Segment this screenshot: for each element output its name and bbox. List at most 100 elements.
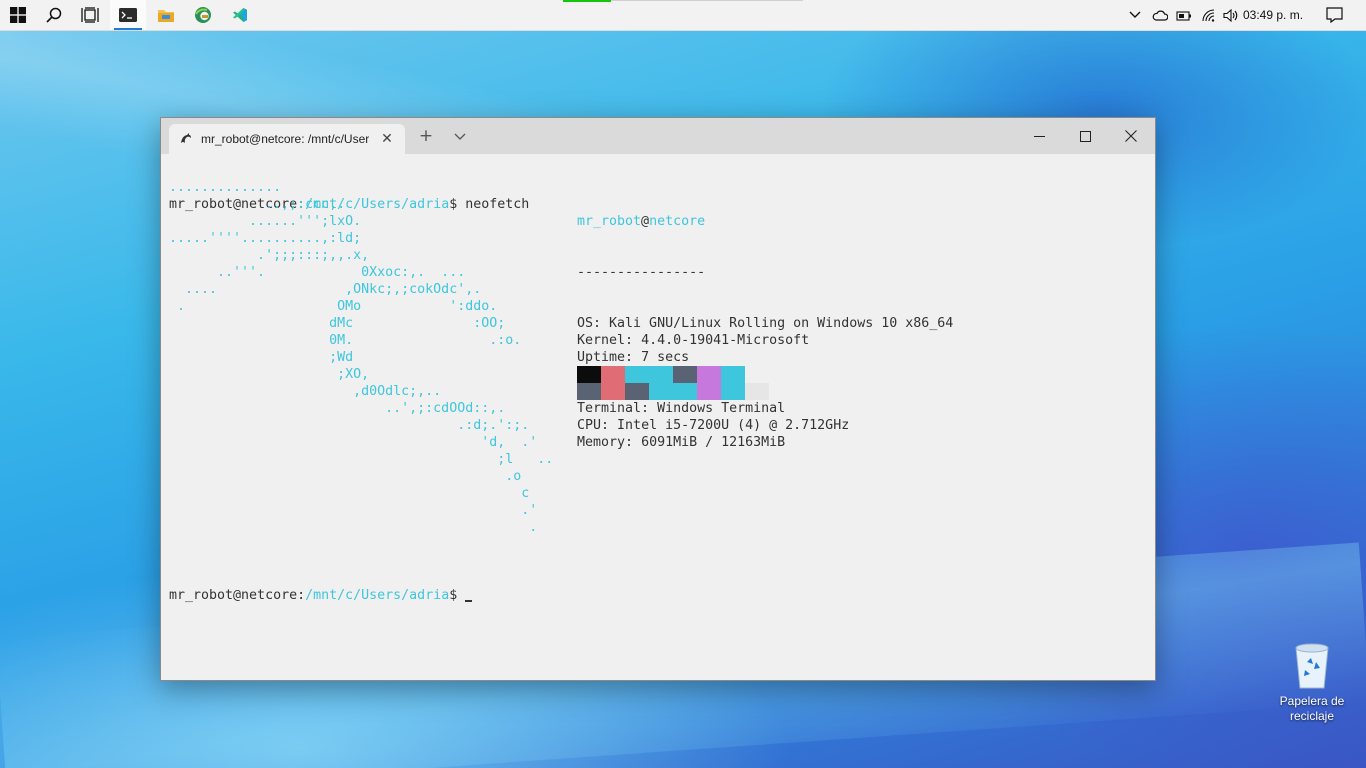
info-user: mr_robot <box>577 214 642 229</box>
info-colon: : <box>625 350 642 365</box>
palette-swatch <box>745 366 769 383</box>
recycle-bin-shortcut[interactable]: Papelera de reciclaje <box>1272 640 1352 724</box>
progress-indicator-fill <box>563 0 611 2</box>
ascii-line: ,d0Odlc;,.. <box>169 384 442 399</box>
network-tray-button[interactable] <box>1199 0 1219 30</box>
vscode-icon <box>233 8 247 22</box>
maximize-icon <box>1079 130 1091 142</box>
minimize-icon <box>1033 135 1045 137</box>
ascii-line: 'd, .' <box>169 435 538 450</box>
palette-swatch <box>625 366 649 383</box>
tab-title: mr_robot@netcore: /mnt/c/Users/adria <box>201 132 369 146</box>
palette-swatch <box>601 366 625 383</box>
info-row: Terminal: Windows Terminal <box>577 400 953 417</box>
palette-swatch <box>697 366 721 383</box>
ascii-line: .....''''..........,:ld; <box>169 231 362 246</box>
palette-swatch <box>577 383 601 400</box>
volume-tray-button[interactable] <box>1221 0 1241 30</box>
window-titlebar[interactable]: mr_robot@netcore: /mnt/c/Users/adria ✕ + <box>161 118 1155 154</box>
ascii-line: .:d;.':;. <box>169 418 530 433</box>
recycle-bin-label: Papelera de reciclaje <box>1279 694 1345 723</box>
wifi-icon <box>1202 8 1215 22</box>
info-colon: : <box>625 435 642 450</box>
taskbar-vscode-button[interactable] <box>222 0 258 30</box>
palette-swatch <box>577 366 601 383</box>
recycle-bin-icon <box>1295 643 1329 689</box>
info-value: 4.4.0-19041-Microsoft <box>641 333 810 348</box>
ascii-line: dMc :OO; <box>169 316 506 331</box>
prompt-line: mr_robot@netcore:/mnt/c/Users/adria$ <box>169 587 473 604</box>
volume-icon <box>1223 8 1238 22</box>
start-button[interactable] <box>0 0 36 30</box>
minimize-button[interactable] <box>1016 118 1062 154</box>
info-divider: ---------------- <box>577 265 706 280</box>
info-row: Kernel: 4.4.0-19041-Microsoft <box>577 332 953 349</box>
onedrive-cloud-icon <box>1152 10 1168 21</box>
ascii-line: ;l .. <box>169 452 554 467</box>
action-center-button[interactable] <box>1322 0 1346 30</box>
info-label: Uptime <box>577 350 626 365</box>
ascii-line: .... ,ONkc;,;cokOdc',. <box>169 282 482 297</box>
palette-swatch <box>601 383 625 400</box>
maximize-button[interactable] <box>1062 118 1108 154</box>
ascii-line: . OMo ':ddo. <box>169 299 498 314</box>
prompt-separator: : <box>297 588 306 603</box>
taskbar-file-explorer-button[interactable] <box>148 0 184 30</box>
new-tab-button[interactable]: + <box>415 126 437 146</box>
prompt-path: /mnt/c/Users/adria <box>305 588 450 603</box>
info-host: netcore <box>649 214 706 229</box>
taskbar-edge-button[interactable] <box>185 0 221 30</box>
palette-swatch <box>721 366 745 383</box>
ascii-line: .';;;:::;,,.x, <box>169 248 370 263</box>
ascii-line: . <box>169 520 538 535</box>
info-value: Intel i5-7200U (4) @ 2.712GHz <box>617 418 850 433</box>
ascii-line: ;Wd <box>169 350 354 365</box>
windows-logo-icon <box>10 7 26 23</box>
info-colon: : <box>625 333 642 348</box>
ascii-line: c <box>169 486 530 501</box>
ascii-line: ..',;:cdOOd::,. <box>169 401 506 416</box>
kali-ascii-logo: .............. ..,;:ccc,. ......''';lxO.… <box>169 179 553 536</box>
info-value: Windows Terminal <box>657 401 786 416</box>
kali-dragon-icon <box>181 133 191 143</box>
info-colon: : <box>601 418 618 433</box>
taskbar-clock[interactable]: 03:49 p. m. <box>1243 0 1303 30</box>
notification-icon <box>1325 7 1343 23</box>
palette-swatch <box>697 383 721 400</box>
info-value: 7 secs <box>641 350 690 365</box>
ascii-line: 0M. .:o. <box>169 333 522 348</box>
battery-icon <box>1176 10 1191 21</box>
ascii-line: .' <box>169 503 538 518</box>
info-label: Kernel <box>577 333 626 348</box>
close-button[interactable] <box>1108 118 1154 154</box>
ascii-line: ......''';lxO. <box>169 214 362 229</box>
palette-swatch <box>721 383 745 400</box>
terminal-icon <box>119 8 137 22</box>
search-icon <box>46 7 62 23</box>
palette-swatch <box>673 383 697 400</box>
search-button[interactable] <box>36 0 72 30</box>
taskbar-terminal-button[interactable] <box>110 0 146 30</box>
info-user-host: mr_robot@netcore <box>577 213 953 230</box>
info-row: Uptime: 7 secs <box>577 349 953 366</box>
second-prompt[interactable]: mr_robot@netcore:/mnt/c/Users/adria$ <box>169 553 473 638</box>
battery-tray-button[interactable] <box>1174 0 1194 30</box>
onedrive-tray-button[interactable] <box>1150 0 1170 30</box>
info-colon: : <box>593 316 610 331</box>
terminal-tab[interactable]: mr_robot@netcore: /mnt/c/Users/adria ✕ <box>169 124 405 154</box>
prompt-user-host: mr_robot@netcore <box>169 588 298 603</box>
info-label: CPU <box>577 418 602 433</box>
info-label: Terminal <box>577 401 642 416</box>
system-info: mr_robot@netcore ---------------- OS: Ka… <box>577 179 953 485</box>
info-row: CPU: Intel i5-7200U (4) @ 2.712GHz <box>577 417 953 434</box>
info-row: OS: Kali GNU/Linux Rolling on Windows 10… <box>577 315 953 332</box>
palette-swatch <box>649 366 673 383</box>
info-value: Kali GNU/Linux Rolling on Windows 10 x86… <box>609 316 954 331</box>
tab-close-button[interactable]: ✕ <box>379 131 395 147</box>
tab-dropdown-button[interactable] <box>449 126 471 146</box>
task-view-button[interactable] <box>72 0 108 30</box>
info-label: Memory <box>577 435 626 450</box>
show-hidden-icons-button[interactable] <box>1126 0 1144 30</box>
ascii-line: .............. <box>169 180 282 195</box>
info-at: @ <box>641 214 650 229</box>
